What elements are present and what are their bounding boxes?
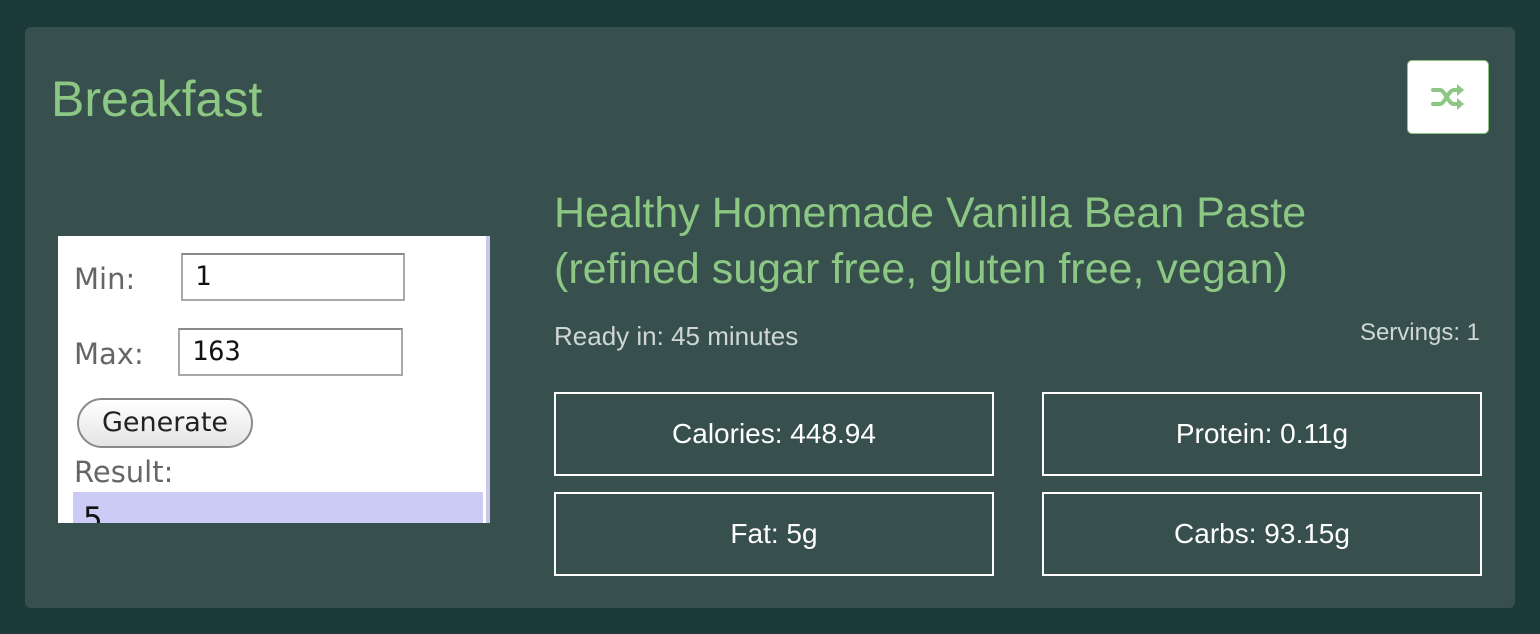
fat-box: Fat: 5g (554, 492, 994, 576)
shuffle-icon (1431, 84, 1464, 110)
result-label: Result: (74, 455, 174, 489)
servings-count: Servings: 1 (1359, 319, 1480, 346)
max-label: Max: (74, 337, 144, 371)
min-field: 1 (181, 253, 405, 301)
recipe-title[interactable]: Healthy Homemade Vanilla Bean Paste (ref… (554, 185, 1454, 297)
fat-value: Fat: 5g (730, 518, 818, 549)
meal-title: Breakfast (51, 71, 263, 127)
generate-button-image: Generate (77, 398, 253, 448)
protein-box: Protein: 0.11g (1042, 392, 1482, 476)
protein-value: Protein: 0.11g (1175, 418, 1349, 449)
min-label: Min: (74, 262, 136, 296)
calories-value: Calories: 448.94 (672, 418, 876, 449)
recipe-image: Min: 1 Max: 163 Generate Result: 5 (58, 236, 490, 523)
meal-card: Breakfast Min: 1 Max: 163 Generate Resul… (25, 27, 1515, 608)
shuffle-button[interactable] (1407, 60, 1489, 134)
image-frame-edge (486, 236, 490, 523)
result-value: 5 (73, 492, 483, 523)
carbs-value: Carbs: 93.15g (1174, 518, 1350, 549)
carbs-box: Carbs: 93.15g (1042, 492, 1482, 576)
ready-in-time: Ready in: 45 minutes (554, 321, 799, 351)
calories-box: Calories: 448.94 (554, 392, 994, 476)
max-field: 163 (178, 328, 403, 376)
